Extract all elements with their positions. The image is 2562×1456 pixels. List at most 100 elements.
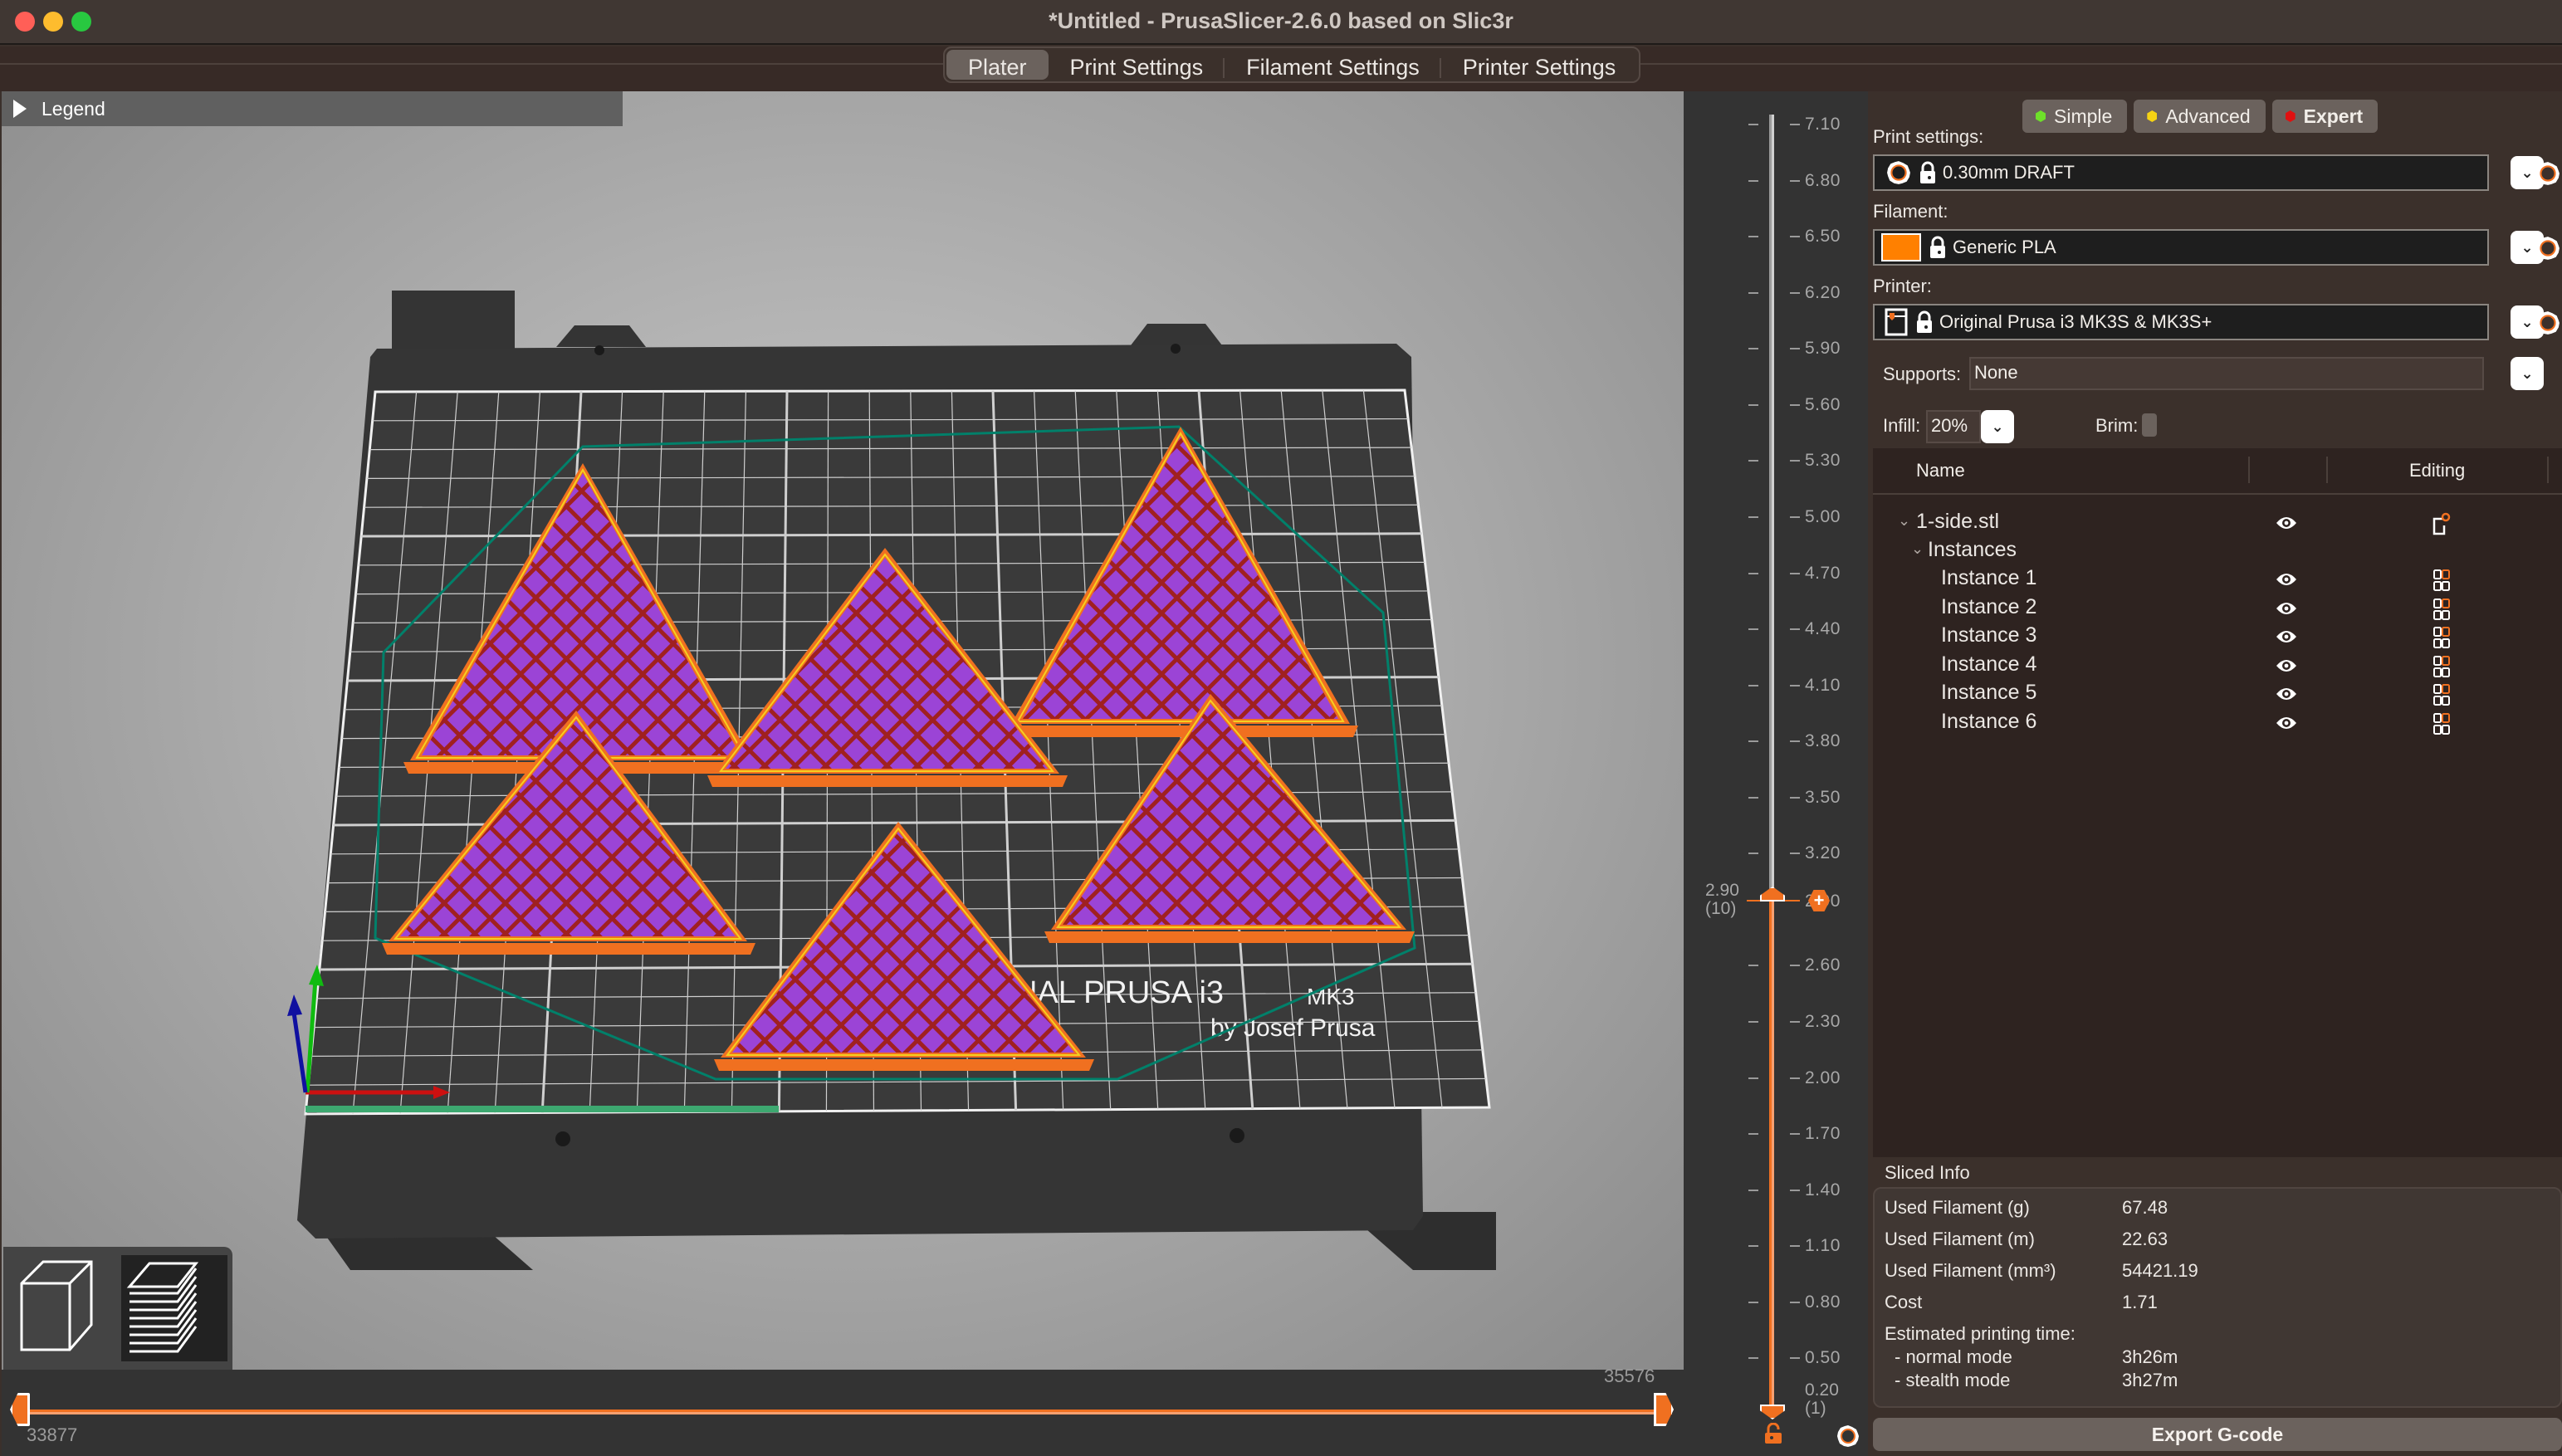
edit-printer-cog-icon[interactable]	[2535, 310, 2560, 335]
column-header-name[interactable]: Name	[1916, 460, 1965, 481]
brim-checkbox[interactable]	[2142, 413, 2157, 437]
instance-row[interactable]: Instance 4	[1873, 652, 2562, 681]
lock-icon	[1920, 161, 1935, 183]
object-settings-icon[interactable]	[2432, 512, 2451, 537]
tab-printer-settings[interactable]: Printer Settings	[1441, 50, 1638, 80]
layer-slider-upper-thumb[interactable]	[1760, 887, 1785, 901]
right-sidebar: Simple Advanced Expert Print settings: 0…	[1868, 91, 2562, 1456]
preview-layers-button[interactable]	[121, 1255, 227, 1361]
3d-viewport[interactable]: NAL PRUSA i3 MK3 by Josef Prusa Legend	[2, 91, 1684, 1370]
infill-combo[interactable]: 20%	[1926, 410, 1981, 443]
chevron-down-icon[interactable]: ⌄	[1911, 540, 1924, 558]
layer-tick-left	[1748, 628, 1758, 631]
instance-row[interactable]: Instance 3	[1873, 623, 2562, 652]
eye-icon[interactable]	[2275, 628, 2298, 646]
export-gcode-button[interactable]: Export G-code	[1873, 1418, 2562, 1451]
edit-print-settings-cog-icon[interactable]	[2535, 161, 2560, 186]
used-filament-m-value: 22.63	[2122, 1229, 2168, 1249]
legend-toggle[interactable]: Legend	[2, 91, 623, 126]
tab-label: Filament Settings	[1246, 55, 1420, 80]
object-list-header: Name Editing	[1873, 448, 2562, 495]
layer-tick-label: 5.30	[1805, 451, 1841, 471]
main-tabs: Plater Print Settings Filament Settings …	[943, 46, 1641, 83]
bed-screw-hole	[594, 345, 604, 355]
layer-tick-left	[1748, 460, 1758, 462]
title-bar: *Untitled - PrusaSlicer-2.6.0 based on S…	[0, 0, 2562, 45]
filament-combo[interactable]: Generic PLA	[1873, 229, 2489, 266]
slider-settings-cog-icon[interactable]	[1836, 1424, 1860, 1448]
bed-front-edge-highlight	[306, 1106, 779, 1112]
layer-tick-right	[1790, 1021, 1800, 1024]
export-gcode-label: Export G-code	[2151, 1424, 2284, 1445]
layer-tick-right	[1790, 460, 1800, 462]
eye-icon[interactable]	[2275, 685, 2298, 703]
used-filament-m-label: Used Filament (m)	[1885, 1229, 2035, 1249]
layer-tick-right	[1790, 965, 1800, 967]
instance-settings-icon[interactable]	[2432, 655, 2451, 680]
horizontal-slider-track[interactable]	[20, 1410, 1672, 1414]
tab-plater[interactable]: Plater	[946, 50, 1049, 80]
eye-icon[interactable]	[2275, 714, 2298, 732]
layer-tick-left	[1748, 1021, 1758, 1024]
instance-row[interactable]: Instance 6	[1873, 710, 2562, 738]
instance-row[interactable]: Instance 2	[1873, 595, 2562, 623]
layer-tick-label: 6.20	[1805, 282, 1841, 302]
layer-slider-lower-thumb[interactable]	[1760, 1405, 1785, 1419]
instances-group-row[interactable]: ⌄ Instances	[1873, 538, 2562, 566]
stealth-mode-label: - stealth mode	[1895, 1370, 2011, 1390]
horizontal-slider-lower-thumb[interactable]	[10, 1393, 30, 1426]
tab-filament-settings[interactable]: Filament Settings	[1225, 50, 1441, 80]
mode-simple-button[interactable]: Simple	[2022, 100, 2128, 133]
cost-label: Cost	[1885, 1292, 1923, 1312]
mode-advanced-button[interactable]: Advanced	[2134, 100, 2266, 133]
tab-print-settings[interactable]: Print Settings	[1049, 50, 1225, 80]
lower-layer-readout: 0.20 (1)	[1805, 1381, 1839, 1418]
object-name: 1-side.stl	[1916, 510, 2000, 533]
print-settings-combo[interactable]: 0.30mm DRAFT	[1873, 154, 2489, 191]
3d-view-button[interactable]	[10, 1255, 116, 1361]
instance-settings-icon[interactable]	[2432, 626, 2451, 651]
layer-tick-label: 0.50	[1805, 1348, 1841, 1368]
tab-label: Print Settings	[1069, 55, 1204, 80]
eye-icon[interactable]	[2275, 657, 2298, 675]
supports-combo[interactable]: None	[1969, 357, 2484, 390]
lower-layer-height: 0.20	[1805, 1380, 1839, 1400]
instance-name: Instance 5	[1941, 681, 2037, 704]
layer-slider-selected-range[interactable]	[1769, 898, 1774, 1414]
layer-tick-label: 0.80	[1805, 1292, 1841, 1312]
eye-icon[interactable]	[2275, 570, 2298, 589]
mode-expert-button[interactable]: Expert	[2271, 100, 2379, 133]
layer-tick-label: 3.80	[1805, 731, 1841, 751]
chevron-down-icon[interactable]: ⌄	[1898, 512, 1910, 530]
edit-filament-cog-icon[interactable]	[2535, 236, 2560, 261]
printer-combo[interactable]: Original Prusa i3 MK3S & MK3S+	[1873, 304, 2489, 340]
eye-icon[interactable]	[2275, 514, 2298, 532]
instance-settings-icon[interactable]	[2432, 598, 2451, 623]
instance-settings-icon[interactable]	[2432, 569, 2451, 594]
instance-settings-icon[interactable]	[2432, 712, 2451, 737]
layer-slider-track[interactable]	[1769, 115, 1774, 900]
print-bed-scene[interactable]: NAL PRUSA i3 MK3 by Josef Prusa	[2, 91, 1684, 1370]
instance-row[interactable]: Instance 5	[1873, 681, 2562, 709]
infill-value: 20%	[1931, 415, 1968, 436]
instance-settings-icon[interactable]	[2432, 683, 2451, 708]
eye-icon[interactable]	[2275, 599, 2298, 618]
horizontal-slider-min-label: 33877	[27, 1424, 78, 1445]
layer-tick-right	[1790, 291, 1800, 294]
layer-tick-left	[1748, 124, 1758, 125]
column-header-editing[interactable]: Editing	[2409, 460, 2465, 481]
infill-dropdown-button[interactable]: ⌄	[1981, 410, 2014, 443]
chevron-down-icon: ⌄	[2520, 238, 2534, 256]
unlock-icon[interactable]	[1763, 1423, 1783, 1444]
supports-dropdown-button[interactable]: ⌄	[2511, 357, 2544, 390]
layer-tick-right	[1790, 796, 1800, 799]
filament-color-swatch[interactable]	[1881, 233, 1921, 261]
mode-label: Expert	[2303, 105, 2364, 127]
horizontal-slider-upper-thumb[interactable]	[1654, 1393, 1674, 1426]
instance-row[interactable]: Instance 1	[1873, 566, 2562, 594]
layer-tick-label: 5.00	[1805, 506, 1841, 526]
layer-tick-right	[1790, 348, 1800, 350]
instance-name: Instance 2	[1941, 594, 2037, 618]
layer-tick-label: 1.40	[1805, 1180, 1841, 1199]
object-row[interactable]: ⌄ 1-side.stl	[1873, 510, 2562, 538]
